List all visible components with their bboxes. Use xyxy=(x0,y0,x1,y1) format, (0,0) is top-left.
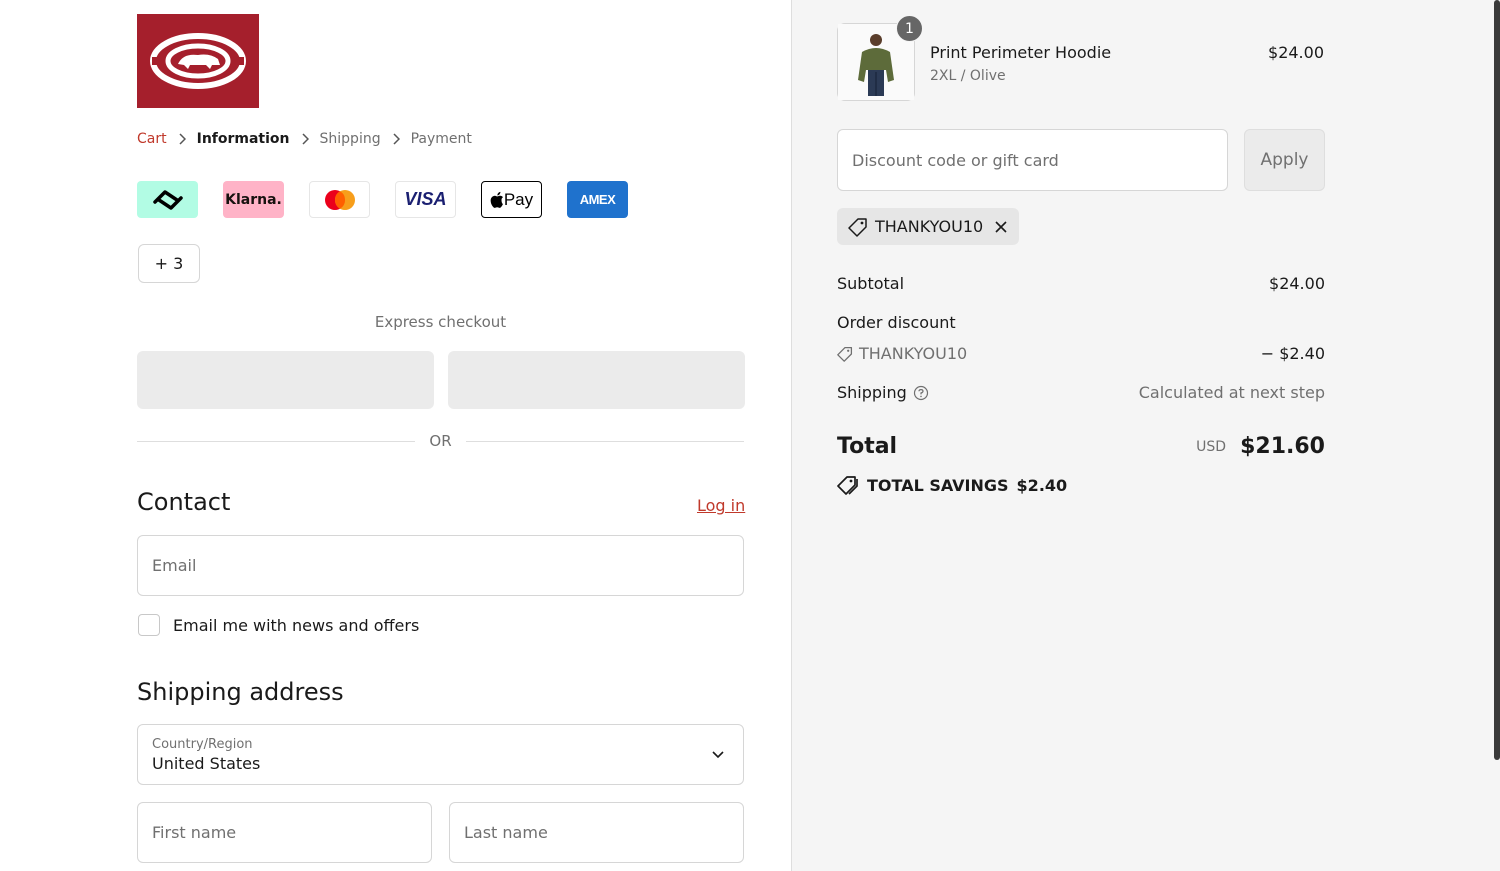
breadcrumb-payment: Payment xyxy=(410,131,472,147)
tags-icon xyxy=(837,476,858,495)
tag-icon xyxy=(837,346,853,362)
remove-discount-icon[interactable] xyxy=(994,220,1008,234)
shipping-row: Shipping Calculated at next step xyxy=(837,383,1325,402)
apple-pay-label: Pay xyxy=(503,189,534,209)
express-checkout-title: Express checkout xyxy=(374,313,507,331)
afterpay-icon xyxy=(152,189,183,210)
scrollbar[interactable] xyxy=(1494,0,1500,760)
first-name-field[interactable]: First name xyxy=(137,802,432,863)
mastercard-button[interactable] xyxy=(309,181,370,218)
amex-button[interactable]: AMEX xyxy=(567,181,628,218)
contact-title: Contact xyxy=(137,488,231,516)
express-checkout-button-2[interactable] xyxy=(448,351,745,409)
order-discount-label: Order discount xyxy=(837,313,956,332)
checkout-main: Cart Information Shipping Payment Klarna… xyxy=(0,0,791,871)
shipping-label: Shipping xyxy=(837,383,907,402)
visa-button[interactable]: VISA xyxy=(395,181,456,218)
more-payment-methods-button[interactable]: + 3 xyxy=(138,244,200,283)
help-icon[interactable] xyxy=(913,385,929,401)
klarna-button[interactable]: Klarna. xyxy=(223,181,284,218)
total-label: Total xyxy=(837,434,898,459)
chevron-right-icon xyxy=(301,133,309,145)
savings-label: TOTAL SAVINGS xyxy=(867,475,1009,495)
applied-discount-chip: THANKYOU10 xyxy=(837,208,1020,245)
divider-line xyxy=(465,440,745,442)
country-label: Country/Region xyxy=(152,736,253,752)
or-divider: OR xyxy=(137,432,745,450)
apply-button[interactable]: Apply xyxy=(1244,129,1325,191)
breadcrumb-cart[interactable]: Cart xyxy=(137,131,167,147)
or-label: OR xyxy=(429,432,452,450)
store-logo[interactable] xyxy=(137,14,259,108)
subtotal-value: $24.00 xyxy=(1269,274,1325,293)
product-variant: 2XL / Olive xyxy=(930,68,1006,84)
discount-value: − $2.40 xyxy=(1260,344,1325,363)
shipping-value: Calculated at next step xyxy=(1138,383,1325,402)
product-price: $24.00 xyxy=(1268,43,1324,62)
apple-icon xyxy=(490,191,503,208)
newsletter-label: Email me with news and offers xyxy=(173,615,420,635)
chevron-down-icon xyxy=(711,747,725,766)
discount-code-label: THANKYOU10 xyxy=(859,344,968,363)
express-checkout-button-1[interactable] xyxy=(137,351,434,409)
product-name: Print Perimeter Hoodie xyxy=(930,43,1112,62)
discount-code-row: THANKYOU10 − $2.40 xyxy=(837,344,1325,363)
country-select[interactable]: Country/Region United States xyxy=(137,724,744,785)
breadcrumb-shipping: Shipping xyxy=(319,131,381,147)
subtotal-row: Subtotal $24.00 xyxy=(837,274,1325,293)
order-discount-row: Order discount xyxy=(837,313,1325,332)
chevron-right-icon xyxy=(178,133,186,145)
payment-methods: Klarna. VISA Pay AMEX xyxy=(137,181,628,218)
mastercard-icon xyxy=(324,189,355,210)
divider-line xyxy=(137,440,416,442)
newsletter-option[interactable]: Email me with news and offers xyxy=(138,614,419,636)
last-name-field[interactable]: Last name xyxy=(449,802,744,863)
email-field[interactable]: Email xyxy=(137,535,744,596)
total-value: $21.60 xyxy=(1240,434,1325,459)
total-row: Total USD $21.60 xyxy=(837,434,1325,459)
breadcrumb-information: Information xyxy=(196,131,290,147)
total-currency: USD xyxy=(1196,438,1227,455)
chevron-right-icon xyxy=(392,133,400,145)
tag-icon xyxy=(848,217,867,237)
login-link[interactable]: Log in xyxy=(697,496,745,515)
breadcrumb: Cart Information Shipping Payment xyxy=(137,131,472,147)
total-savings: TOTAL SAVINGS $2.40 xyxy=(837,475,1067,495)
discount-code-input[interactable]: Discount code or gift card xyxy=(837,129,1228,191)
apple-pay-button[interactable]: Pay xyxy=(481,181,542,218)
afterpay-button[interactable] xyxy=(137,181,198,218)
subtotal-label: Subtotal xyxy=(837,274,905,293)
applied-code-label: THANKYOU10 xyxy=(875,217,984,236)
shipping-address-title: Shipping address xyxy=(137,678,344,706)
country-value: United States xyxy=(152,753,261,773)
savings-value: $2.40 xyxy=(1016,475,1068,495)
newsletter-checkbox[interactable] xyxy=(138,614,160,636)
quantity-badge: 1 xyxy=(896,15,923,42)
